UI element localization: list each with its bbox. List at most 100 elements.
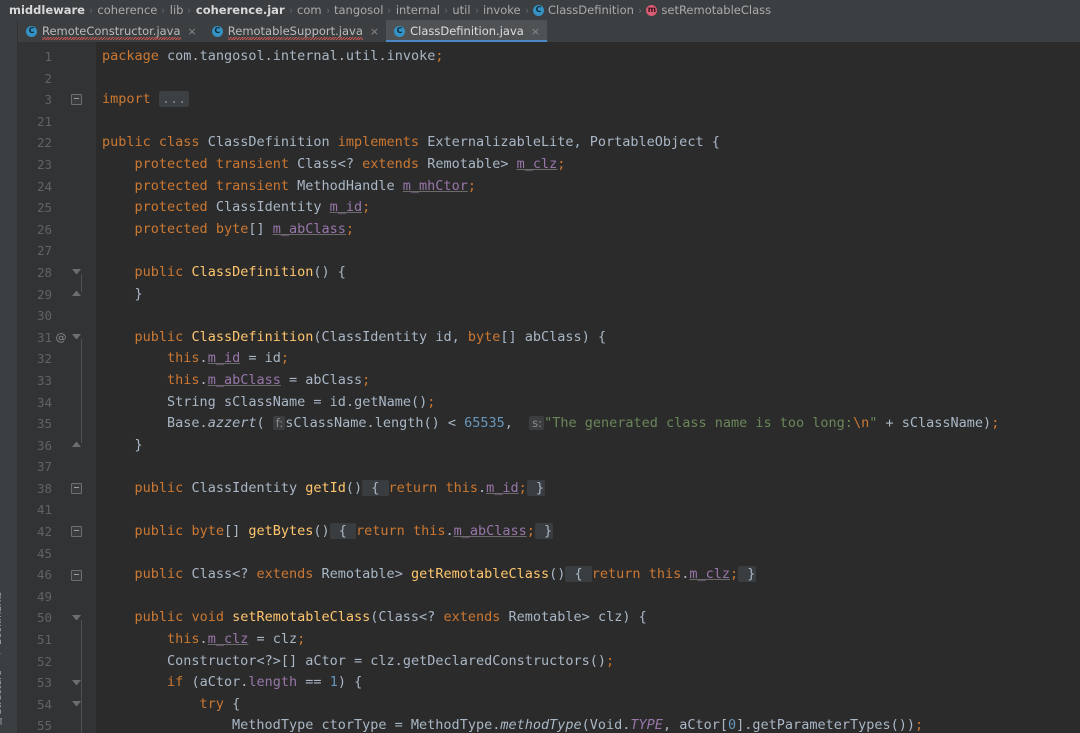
code-line[interactable]: public class ClassDefinition implements … [102, 132, 1080, 154]
breadcrumb-item-tangosol[interactable]: tangosol [331, 3, 386, 17]
code-line[interactable]: this.m_id = id; [102, 348, 1080, 370]
gutter-line[interactable]: 46 [18, 564, 96, 586]
code-line[interactable]: this.m_clz = clz; [102, 629, 1080, 651]
code-line[interactable]: } [102, 435, 1080, 457]
gutter-line[interactable]: 27 [18, 240, 96, 262]
gutter-line[interactable]: 49 [18, 586, 96, 608]
code-line[interactable] [102, 111, 1080, 133]
breadcrumb-item-internal[interactable]: internal [393, 3, 443, 17]
code-line[interactable]: } [102, 284, 1080, 306]
gutter-line[interactable]: 25 [18, 197, 96, 219]
code-line[interactable]: try { [102, 694, 1080, 716]
gutter-line[interactable]: 24 [18, 176, 96, 198]
breadcrumb-item-coherence-jar[interactable]: coherence.jar [193, 3, 288, 17]
code-content[interactable]: package com.tangosol.internal.util.invok… [96, 42, 1080, 733]
gutter-line[interactable]: 45 [18, 543, 96, 565]
breadcrumb-item-classdefinition[interactable]: C ClassDefinition [530, 3, 637, 17]
gutter-line[interactable]: 52 [18, 651, 96, 673]
code-line[interactable]: package com.tangosol.internal.util.invok… [102, 46, 1080, 68]
code-line[interactable]: if (aCtor.length == 1) { [102, 672, 1080, 694]
code-line[interactable] [102, 240, 1080, 262]
editor-gutter[interactable]: 1 2 3 21 22 23 24 25 26 27 28 29 30 31 @32 33 34 35 36 37 38… [18, 42, 96, 733]
fold-expanded-start-icon[interactable] [71, 332, 82, 343]
fold-marker[interactable] [68, 526, 84, 538]
code-line[interactable]: public ClassIdentity getId() { return th… [102, 478, 1080, 500]
breadcrumb-item-lib[interactable]: lib [167, 3, 187, 17]
code-line[interactable]: protected byte[] m_abClass; [102, 219, 1080, 241]
fold-marker[interactable] [68, 569, 84, 581]
fold-collapsed-icon[interactable] [70, 526, 82, 538]
fold-expanded-end-icon[interactable] [71, 440, 82, 451]
gutter-line[interactable]: 2 [18, 68, 96, 90]
gutter-line[interactable]: 33 [18, 370, 96, 392]
gutter-line[interactable]: 36 [18, 435, 96, 457]
editor-tab-remotablesupport-java[interactable]: C RemotableSupport.java × [204, 20, 386, 42]
editor-tab-remoteconstructor-java[interactable]: C RemoteConstructor.java × [18, 20, 204, 42]
fold-expanded-start-icon[interactable] [71, 267, 82, 278]
code-line[interactable]: public ClassDefinition() { [102, 262, 1080, 284]
gutter-line[interactable]: 37 [18, 456, 96, 478]
code-line[interactable] [102, 499, 1080, 521]
fold-collapsed-icon[interactable] [70, 569, 82, 581]
gutter-annotation-icon[interactable]: @ [54, 327, 68, 349]
close-icon[interactable]: × [531, 26, 540, 37]
code-line[interactable]: Base.azzert( f: sClassName.length() < 655… [102, 413, 1080, 435]
fold-expanded-start-icon[interactable] [71, 678, 82, 689]
code-line[interactable]: protected transient MethodHandle m_mhCto… [102, 176, 1080, 198]
gutter-line[interactable]: 54 [18, 694, 96, 716]
breadcrumb-item-util[interactable]: util [449, 3, 473, 17]
gutter-line[interactable]: 51 [18, 629, 96, 651]
gutter-line[interactable]: 29 [18, 284, 96, 306]
breadcrumb-item-coherence[interactable]: coherence [94, 3, 160, 17]
gutter-line[interactable]: 23 [18, 154, 96, 176]
gutter-line[interactable]: 21 [18, 111, 96, 133]
fold-expanded-start-icon[interactable] [71, 699, 82, 710]
breadcrumb-item-setremotableclass[interactable]: m setRemotableClass [643, 3, 774, 17]
gutter-line[interactable]: 42 [18, 521, 96, 543]
code-line[interactable]: this.m_abClass = abClass; [102, 370, 1080, 392]
code-line[interactable]: MethodType ctorType = MethodType.methodT… [102, 715, 1080, 733]
code-line[interactable]: public ClassDefinition(ClassIdentity id,… [102, 327, 1080, 349]
gutter-line[interactable]: 30 [18, 305, 96, 327]
fold-marker[interactable] [68, 94, 84, 106]
code-line[interactable]: public byte[] getBytes() { return this.m… [102, 521, 1080, 543]
tool-button-structure[interactable]: ▤ Structure [0, 670, 4, 725]
code-line[interactable]: protected transient Class<? extends Remo… [102, 154, 1080, 176]
code-line[interactable] [102, 68, 1080, 90]
code-line[interactable] [102, 543, 1080, 565]
editor-tab-classdefinition-java[interactable]: C ClassDefinition.java × [386, 20, 548, 42]
tool-button-bookmarks[interactable]: ⚑ Bookmarks [0, 592, 4, 655]
fold-expanded-end-icon[interactable] [71, 289, 82, 300]
gutter-line[interactable]: 34 [18, 392, 96, 414]
breadcrumb-item-middleware[interactable]: middleware [6, 3, 88, 17]
code-line[interactable]: String sClassName = id.getName(); [102, 392, 1080, 414]
fold-collapsed-icon[interactable] [70, 483, 82, 495]
gutter-line[interactable]: 28 [18, 262, 96, 284]
breadcrumb-item-invoke[interactable]: invoke [480, 3, 524, 17]
fold-marker[interactable] [68, 483, 84, 495]
code-line[interactable]: public void setRemotableClass(Class<? ex… [102, 607, 1080, 629]
gutter-line[interactable]: 35 [18, 413, 96, 435]
fold-expanded-start-icon[interactable] [71, 613, 82, 624]
gutter-line[interactable]: 32 [18, 348, 96, 370]
gutter-line[interactable]: 31 @ [18, 327, 96, 349]
code-line[interactable]: import ... [102, 89, 1080, 111]
close-icon[interactable]: × [370, 26, 379, 37]
code-line[interactable]: Constructor<?>[] aCtor = clz.getDeclared… [102, 651, 1080, 673]
gutter-line[interactable]: 53 [18, 672, 96, 694]
code-line[interactable] [102, 586, 1080, 608]
gutter-line[interactable]: 38 [18, 478, 96, 500]
gutter-line[interactable]: 3 [18, 89, 96, 111]
breadcrumb-item-com[interactable]: com [294, 3, 325, 17]
code-editor[interactable]: 1 2 3 21 22 23 24 25 26 27 28 29 30 31 @32 33 34 35 36 37 38… [18, 42, 1080, 733]
code-line[interactable]: public Class<? extends Remotable> getRem… [102, 564, 1080, 586]
close-icon[interactable]: × [188, 26, 197, 37]
gutter-line[interactable]: 22 [18, 132, 96, 154]
code-line[interactable] [102, 305, 1080, 327]
gutter-line[interactable]: 41 [18, 499, 96, 521]
gutter-line[interactable]: 1 [18, 46, 96, 68]
gutter-line[interactable]: 55 [18, 715, 96, 733]
code-line[interactable] [102, 456, 1080, 478]
fold-collapsed-icon[interactable] [70, 94, 82, 106]
code-line[interactable]: protected ClassIdentity m_id; [102, 197, 1080, 219]
